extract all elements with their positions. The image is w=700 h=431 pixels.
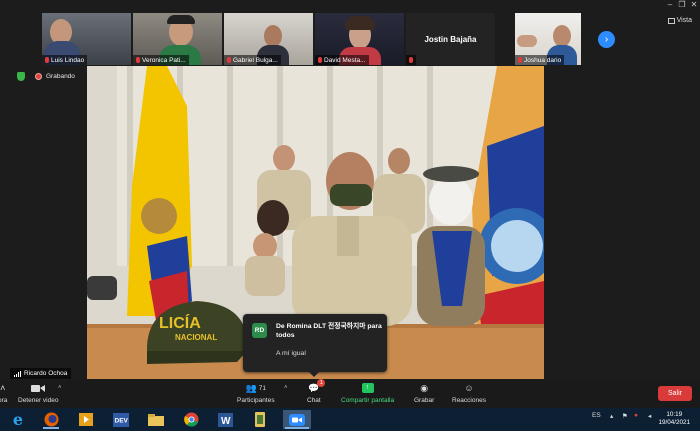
participant-strip: Luis Lindao Veronica Pati... Gabriel Bul… [42,13,581,65]
participant-tile[interactable]: Jostin Bajaña [406,13,495,65]
next-page-arrow-icon[interactable]: › [598,31,615,48]
language-indicator[interactable]: ES [592,412,601,419]
chat-unread-badge: 1 [317,379,326,387]
clock-time: 10:19 [666,411,683,418]
chat-sender: De Romina DLT 전정국하지마 para todos [276,323,382,339]
antivirus-icon[interactable]: ● [634,412,638,419]
video-options-caret-icon[interactable]: ˄ [58,385,62,391]
participant-tile[interactable]: Joshua dario [515,13,581,65]
zoom-icon[interactable] [283,410,311,429]
share-screen-icon: ↑ [361,383,374,393]
system-clock[interactable]: 10:19 19/04/2021 [658,411,690,427]
participant-name: David Mesta... [324,56,366,64]
share-screen-button[interactable]: ↑ Compartir pantalla [341,381,394,404]
app-icon[interactable] [250,410,270,429]
grid-icon [667,17,675,24]
maximize-button[interactable]: ❐ [676,0,688,10]
security-shield-icon[interactable] [17,72,25,81]
mic-muted-icon [518,57,522,63]
participant-tile[interactable]: Veronica Pati... [133,13,222,65]
internet-explorer-icon[interactable]: e [8,410,28,429]
caret-up-icon: ˄ [0,383,6,393]
participant-name: Gabriel Bulga... [233,56,278,64]
people-icon: 👥 [245,382,257,393]
leave-button[interactable]: Salir [658,386,692,401]
share-screen-label: Compartir pantalla [341,397,395,404]
volume-icon[interactable]: ◂ [648,412,651,420]
reactions-button[interactable]: ☺ Reacciones [452,381,486,404]
active-speaker-label: Ricardo Ochoa [10,368,72,379]
view-label: Vista [676,17,692,24]
record-label: Grabar [414,397,435,404]
participant-name: Veronica Pati... [142,56,186,64]
mic-muted-icon [318,57,322,63]
recording-dot-icon [35,73,42,80]
window-controls: – ❐ ✕ [664,0,700,10]
emoji-plus-icon: ☺ [464,383,474,393]
mic-muted-icon [409,57,413,63]
zoom-meeting-window: – ❐ ✕ Vista Luis Lindao Veronica Pati...… [0,0,700,431]
video-camera-icon [31,381,46,395]
mic-muted-icon [45,57,49,63]
svg-text:DEV: DEV [115,417,129,424]
record-button[interactable]: ◉ Grabar [414,381,435,405]
mic-muted-icon [227,57,231,63]
participant-name: Joshua dario [524,56,562,64]
sender-avatar: RD [252,323,267,338]
stop-video-button[interactable]: Detener video [18,381,58,404]
tray-expand-icon[interactable]: ▴ [610,412,613,420]
recording-indicator[interactable]: Grabando [35,73,75,80]
participants-button[interactable]: 👥 71 Participantes [237,381,275,405]
minimize-button[interactable]: – [664,0,676,10]
meeting-toolbar: ˄ ora Detener video ˄ 👥 71 Participantes… [0,379,700,408]
svg-text:LICÍA: LICÍA [159,313,201,332]
participants-options-caret-icon[interactable]: ˄ [284,385,288,391]
stop-video-label: Detener video [18,397,59,404]
file-explorer-icon[interactable] [146,410,166,429]
chrome-icon[interactable] [181,410,201,429]
clock-date: 19/04/2021 [658,419,690,426]
participants-count: 71 [258,384,267,392]
mic-muted-icon [136,57,140,63]
participant-tile[interactable]: Gabriel Bulga... [224,13,313,65]
svg-text:W: W [221,416,231,427]
record-icon: ◉ [420,382,429,393]
word-icon[interactable]: W [215,410,235,429]
speaker-name: Ricardo Ochoa [24,370,68,377]
participant-tile[interactable]: Luis Lindao [42,13,131,65]
chat-notification[interactable]: RD De Romina DLT 전정국하지마 para todos A mí … [243,314,387,377]
flag-icon[interactable]: ⚑ [622,412,628,420]
reactions-label: Reacciones [452,397,486,404]
participant-tile[interactable]: David Mesta... [315,13,404,65]
chat-button[interactable]: 💬 1 Chat [307,379,326,404]
audio-label: ora [0,397,8,404]
close-button[interactable]: ✕ [688,0,700,10]
windows-taskbar: e DEV W ES ▴ ⚑ ● ◂ 10:19 19/04/2021 [0,408,700,431]
participant-name: Luis Lindao [51,56,85,64]
signal-strength-icon [14,370,21,377]
view-button[interactable]: Vista [667,17,692,24]
media-player-icon[interactable] [76,410,96,429]
participants-label: Participantes [237,397,275,404]
chat-label: Chat [307,397,321,404]
chat-message: A mí igual [276,350,306,357]
recording-label: Grabando [46,73,75,80]
svg-text:NACIONAL: NACIONAL [175,333,217,342]
participant-display-name: Jostin Bajaña [424,34,477,44]
firefox-icon[interactable] [41,410,61,429]
dev-cpp-icon[interactable]: DEV [111,410,131,429]
audio-button[interactable]: ˄ ora [0,381,7,404]
